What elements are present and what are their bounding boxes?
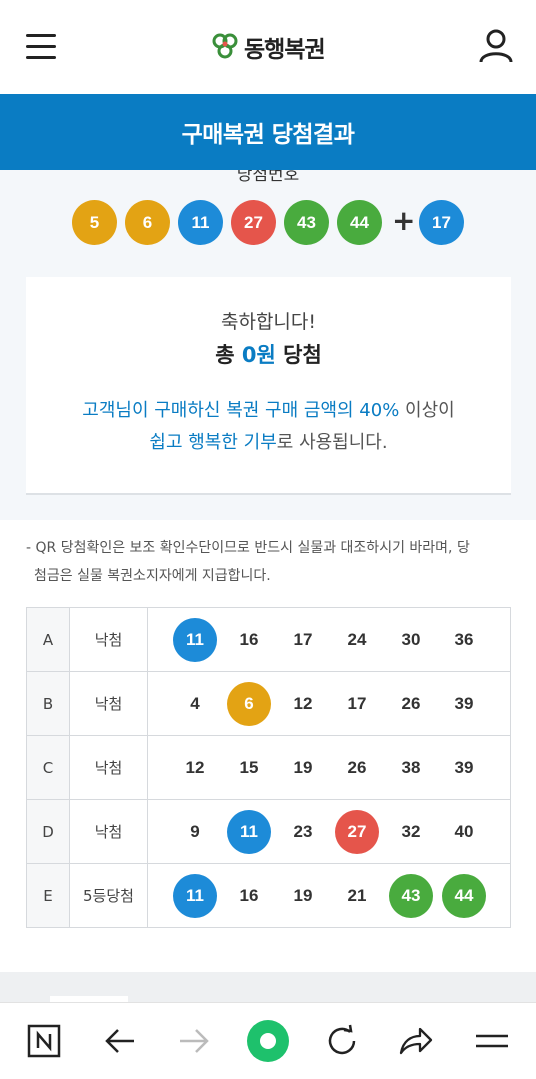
ticket-number: 39 xyxy=(454,757,474,777)
ticket-status: 낙첨 xyxy=(69,799,148,864)
clover-logo-icon xyxy=(212,33,238,59)
ticket-number: 21 xyxy=(347,885,367,905)
ticket-number: 17 xyxy=(293,629,313,649)
ticket-numbers: 12 15 19 26 38 39 xyxy=(147,735,511,800)
result-card: 축하합니다! 총 0원 당첨 고객님이 구매하신 복권 구매 금액의 40% 이… xyxy=(26,277,511,495)
ticket-number: 24 xyxy=(347,629,367,649)
ticket-number: 16 xyxy=(239,629,259,649)
ticket-game-id: B xyxy=(26,671,70,736)
congrats-text: 축하합니다! xyxy=(220,311,317,333)
matched-number: 6 xyxy=(227,681,271,726)
winning-ball: 44 xyxy=(337,200,382,245)
ticket-number: 4 xyxy=(190,693,200,713)
matched-number: 44 xyxy=(442,873,486,918)
matched-number: 43 xyxy=(389,873,433,918)
browser-navbar xyxy=(0,1002,536,1079)
ticket-number: 16 xyxy=(239,885,259,905)
ticket-numbers: 11 16 19 21 43 44 xyxy=(147,863,511,928)
matched-number: 11 xyxy=(173,873,217,918)
matched-number: 11 xyxy=(227,809,271,854)
bottom-area xyxy=(0,972,536,1002)
winning-numbers: + 5 6 11 27 43 44 17 xyxy=(0,200,536,246)
top-header: 동행복권 xyxy=(0,0,536,94)
winning-ball: 5 xyxy=(72,200,117,245)
winning-ball: 6 xyxy=(125,200,170,245)
naver-home-icon[interactable] xyxy=(24,1021,64,1061)
table-row: B 낙첨 4 6 12 17 26 39 xyxy=(26,671,511,736)
ticket-number: 12 xyxy=(185,757,205,777)
user-icon[interactable] xyxy=(478,28,514,64)
ticket-number: 26 xyxy=(347,757,367,777)
ticket-game-id: A xyxy=(26,607,70,672)
ticket-numbers: 4 6 12 17 26 39 xyxy=(147,671,511,736)
page-title-bar: 구매복권 당첨결과 xyxy=(0,94,536,170)
winning-ball: 43 xyxy=(284,200,329,245)
ticket-status: 낙첨 xyxy=(69,735,148,800)
winning-numbers-label: 당첨번호 xyxy=(236,170,300,182)
ticket-number: 17 xyxy=(347,693,367,713)
winning-amount: 0원 xyxy=(241,343,276,367)
ticket-number: 23 xyxy=(293,821,313,841)
back-arrow-icon[interactable] xyxy=(100,1021,140,1061)
ticket-number: 19 xyxy=(293,757,313,777)
ticket-number: 36 xyxy=(454,629,474,649)
refresh-icon[interactable] xyxy=(322,1021,362,1061)
ticket-number: 12 xyxy=(293,693,313,713)
ticket-number: 15 xyxy=(239,757,259,777)
green-dot-icon[interactable] xyxy=(246,1019,290,1063)
result-area: 당첨번호 + 5 6 11 27 43 44 17 축하합니다! 총 0원 당첨 고객님이 … xyxy=(0,170,536,520)
ticket-status: 낙첨 xyxy=(69,607,148,672)
donation-message: 고객님이 구매하신 복권 구매 금액의 40% 이상이 쉽고 행복한 기부로 사… xyxy=(82,400,455,453)
table-row: D 낙첨 9 11 23 27 32 40 xyxy=(26,799,511,864)
ticket-number: 32 xyxy=(401,821,421,841)
ticket-number: 19 xyxy=(293,885,313,905)
ticket-number: 39 xyxy=(454,693,474,713)
total-winnings: 총 0원 당첨 xyxy=(215,343,322,367)
ticket-numbers: 9 11 23 27 32 40 xyxy=(147,799,511,864)
matched-number: 11 xyxy=(173,617,217,662)
logo-text: 동행복권 xyxy=(244,37,326,63)
ticket-status: 낙첨 xyxy=(69,671,148,736)
forward-arrow-icon[interactable] xyxy=(174,1021,214,1061)
ticket-results-table: A 낙첨 11 16 17 24 30 36 B 낙첨 4 6 12 17 26 39 C 낙첨 12 15 19 26 3… xyxy=(26,607,511,928)
ticket-number: 30 xyxy=(401,629,421,649)
table-row: C 낙첨 12 15 19 26 38 39 xyxy=(26,735,511,800)
ticket-numbers: 11 16 17 24 30 36 xyxy=(147,607,511,672)
ticket-game-id: C xyxy=(26,735,70,800)
ticket-number: 40 xyxy=(454,821,474,841)
winning-ball: 27 xyxy=(231,200,276,245)
ticket-number: 9 xyxy=(190,821,200,841)
menu-lines-icon[interactable] xyxy=(472,1021,512,1061)
hamburger-icon[interactable] xyxy=(26,34,56,60)
winning-ball: 11 xyxy=(178,200,223,245)
share-icon[interactable] xyxy=(396,1021,436,1061)
page-title: 구매복권 당첨결과 xyxy=(181,122,355,148)
ticket-game-id: E xyxy=(26,863,70,928)
table-row: E 5등당첨 11 16 19 21 43 44 xyxy=(26,863,511,928)
logo[interactable]: 동행복권 xyxy=(212,30,326,64)
ticket-number: 26 xyxy=(401,693,421,713)
ticket-number: 38 xyxy=(401,757,421,777)
bonus-ball: 17 xyxy=(419,200,464,245)
ticket-game-id: D xyxy=(26,799,70,864)
ticket-status: 5등당첨 xyxy=(69,863,148,928)
plus-sign: + xyxy=(392,204,416,237)
table-row: A 낙첨 11 16 17 24 30 36 xyxy=(26,607,511,672)
matched-number: 27 xyxy=(335,809,379,854)
qr-notice: - QR 당첨확인은 보조 확인수단이므로 반드시 실물과 대조하시기 바라며,… xyxy=(26,540,470,584)
